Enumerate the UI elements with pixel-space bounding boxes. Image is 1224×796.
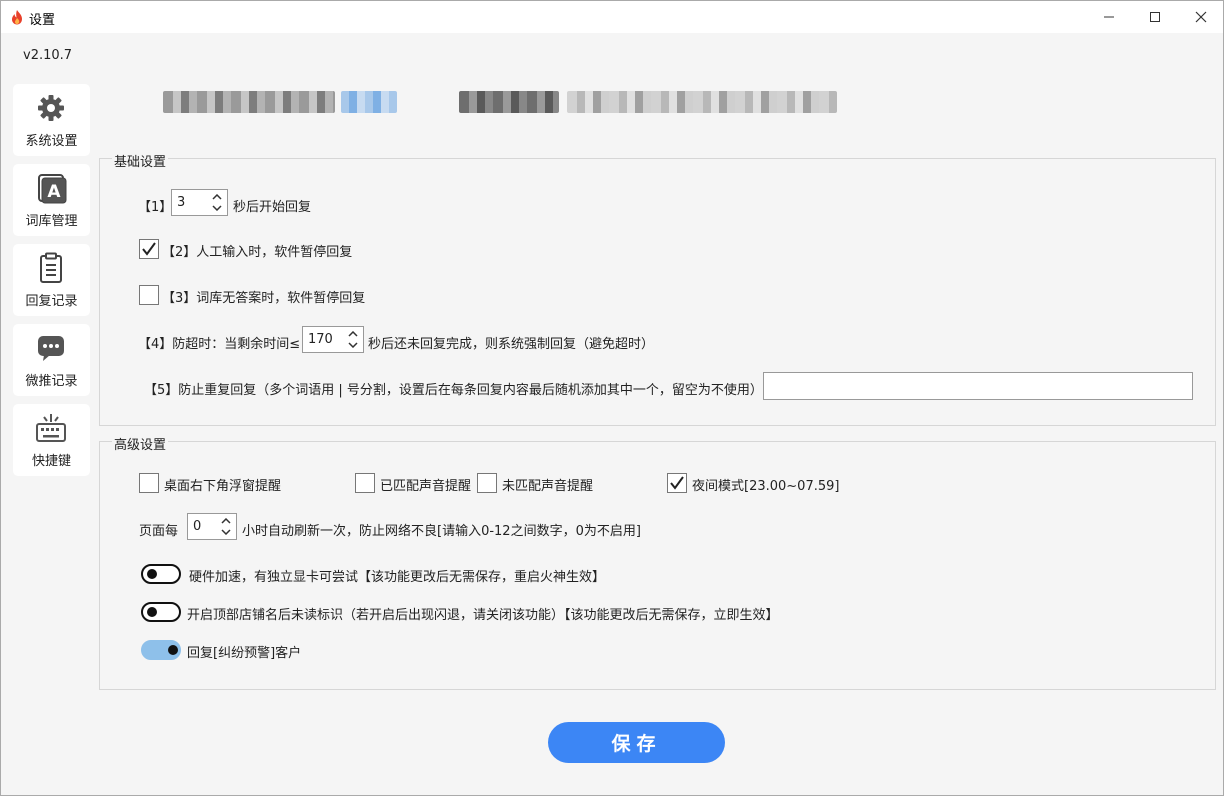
minimize-button[interactable] bbox=[1086, 1, 1132, 33]
close-button[interactable] bbox=[1178, 1, 1224, 33]
close-icon bbox=[1195, 11, 1207, 23]
matched-sound-checkbox[interactable] bbox=[355, 473, 375, 493]
start-delay-stepper[interactable]: 3 bbox=[171, 189, 228, 216]
refresh-prefix: 页面每 bbox=[139, 524, 179, 539]
sidebar-item-dictionary[interactable]: A 词库管理 bbox=[13, 164, 90, 236]
pause-on-manual-checkbox[interactable] bbox=[139, 239, 159, 259]
refresh-hours-value: 0 bbox=[193, 519, 202, 534]
anti-repeat-input[interactable] bbox=[763, 372, 1193, 400]
night-mode-checkbox[interactable] bbox=[667, 473, 687, 493]
checkmark-icon bbox=[670, 476, 684, 490]
chevron-down-icon[interactable] bbox=[346, 339, 360, 351]
maximize-icon bbox=[1150, 12, 1160, 22]
night-mode-label: 夜间模式[23.00~07.59] bbox=[692, 479, 840, 494]
chevron-down-icon[interactable] bbox=[210, 202, 224, 214]
timeout-value: 170 bbox=[308, 332, 333, 347]
timeout-stepper[interactable]: 170 bbox=[302, 326, 364, 353]
blurred-shop-name bbox=[459, 91, 559, 113]
hardware-accel-toggle[interactable] bbox=[141, 564, 181, 584]
svg-text:A: A bbox=[47, 182, 61, 202]
blurred-link bbox=[341, 91, 397, 113]
clipboard-icon bbox=[35, 252, 67, 284]
start-delay-value: 3 bbox=[177, 195, 186, 210]
window-title: 设置 bbox=[29, 13, 56, 28]
setting-1-prefix: 【1】 bbox=[138, 200, 173, 215]
sidebar-item-shortcuts[interactable]: 快捷键 bbox=[13, 404, 90, 476]
sidebar-item-label: 词库管理 bbox=[25, 214, 78, 229]
blurred-account-info bbox=[163, 91, 335, 113]
blurred-expiry-info bbox=[567, 91, 837, 113]
setting-1-suffix: 秒后开始回复 bbox=[233, 200, 312, 215]
matched-sound-label: 已匹配声音提醒 bbox=[380, 479, 472, 494]
sidebar-item-reply-records[interactable]: 回复记录 bbox=[13, 244, 90, 316]
save-button[interactable]: 保存 bbox=[548, 722, 725, 763]
version-label: v2.10.7 bbox=[23, 48, 73, 63]
unread-badge-toggle[interactable] bbox=[141, 602, 181, 622]
minimize-icon bbox=[1104, 16, 1114, 18]
flame-icon bbox=[12, 10, 22, 25]
desktop-popup-label: 桌面右下角浮窗提醒 bbox=[164, 479, 282, 494]
advanced-settings-title: 高级设置 bbox=[112, 434, 169, 453]
sidebar-item-push-records[interactable]: 微推记录 bbox=[13, 324, 90, 396]
letter-a-icon: A bbox=[35, 172, 67, 204]
anti-repeat-label: 【5】防止重复回复（多个词语用 | 号分割，设置后在每条回复内容最后随机添加其中… bbox=[144, 383, 763, 398]
unmatched-sound-label: 未匹配声音提醒 bbox=[502, 479, 594, 494]
checkmark-icon bbox=[142, 242, 156, 256]
pause-on-no-answer-label: 【3】词库无答案时，软件暂停回复 bbox=[162, 291, 366, 306]
pause-on-no-answer-checkbox[interactable] bbox=[139, 285, 159, 305]
sidebar-item-label: 系统设置 bbox=[25, 134, 78, 149]
dispute-reply-toggle[interactable] bbox=[141, 640, 181, 660]
refresh-suffix: 小时自动刷新一次，防止网络不良[请输入0-12之间数字，0为不启用] bbox=[242, 524, 641, 539]
sidebar-item-system-settings[interactable]: 系统设置 bbox=[13, 84, 90, 156]
gear-icon bbox=[35, 92, 67, 124]
settings-window: 设置 v2.10.7 系统设置 A 词库管理 回复记录 微推记录 快捷键 基础设… bbox=[0, 0, 1224, 796]
chevron-down-icon[interactable] bbox=[219, 526, 233, 538]
basic-settings-title: 基础设置 bbox=[112, 151, 169, 170]
sidebar-item-label: 微推记录 bbox=[25, 374, 78, 389]
maximize-button[interactable] bbox=[1132, 1, 1178, 33]
sidebar-item-label: 回复记录 bbox=[25, 294, 78, 309]
sidebar-item-label: 快捷键 bbox=[31, 454, 71, 469]
setting-4-prefix: 【4】防超时：当剩余时间≤ bbox=[138, 337, 301, 352]
toggle-knob bbox=[168, 645, 178, 655]
setting-4-suffix: 秒后还未回复完成，则系统强制回复（避免超时） bbox=[368, 337, 655, 352]
pause-on-manual-label: 【2】人工输入时，软件暂停回复 bbox=[162, 245, 353, 260]
keyboard-icon bbox=[35, 412, 67, 444]
desktop-popup-checkbox[interactable] bbox=[139, 473, 159, 493]
unread-badge-label: 开启顶部店铺名后未读标识（若开启后出现闪退，请关闭该功能）【该功能更改后无需保存… bbox=[187, 608, 779, 623]
dispute-reply-label: 回复[纠纷预警]客户 bbox=[187, 646, 302, 661]
toggle-knob bbox=[147, 607, 157, 617]
hardware-accel-label: 硬件加速，有独立显卡可尝试【该功能更改后无需保存，重启火神生效】 bbox=[189, 570, 606, 585]
title-bar: 设置 bbox=[1, 1, 1223, 33]
refresh-hours-stepper[interactable]: 0 bbox=[187, 513, 237, 540]
chat-bubble-icon bbox=[35, 332, 67, 364]
toggle-knob bbox=[147, 569, 157, 579]
unmatched-sound-checkbox[interactable] bbox=[477, 473, 497, 493]
